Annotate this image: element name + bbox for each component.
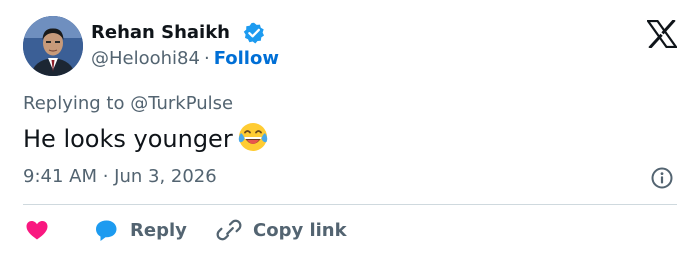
link-icon (216, 219, 242, 241)
replying-to: Replying to @TurkPulse (23, 92, 233, 116)
author-handle[interactable]: @Heloohi84 (91, 48, 200, 69)
replying-to-label: Replying to (23, 93, 131, 114)
handle-row: @Heloohi84 · Follow (91, 47, 279, 71)
follow-button[interactable]: Follow (214, 48, 279, 69)
separator: · (203, 48, 210, 69)
info-icon[interactable] (650, 166, 674, 190)
reply-bubble-icon (96, 220, 117, 241)
divider (23, 204, 677, 205)
verified-badge-icon (243, 22, 264, 44)
like-button[interactable] (23, 216, 51, 244)
tweet-timestamp[interactable]: 9:41 AM · Jun 3, 2026 (23, 165, 217, 189)
copy-link-button[interactable]: Copy link (215, 216, 347, 244)
heart-icon (26, 221, 48, 240)
x-logo-icon[interactable] (647, 20, 677, 48)
author-name[interactable]: Rehan Shaikh (91, 21, 230, 45)
reply-label: Reply (130, 219, 187, 241)
tweet-card: Rehan Shaikh @Heloohi84 · Follow Replying … (0, 0, 700, 256)
replied-user-handle[interactable]: @TurkPulse (130, 93, 233, 114)
avatar-photo (23, 16, 83, 76)
tears-of-joy-emoji-icon (238, 123, 267, 151)
tweet-body: He looks younger (23, 121, 269, 156)
reply-button[interactable]: Reply (92, 216, 187, 244)
copy-link-label: Copy link (253, 219, 347, 241)
tweet-text: He looks younger (23, 125, 233, 153)
avatar[interactable] (23, 16, 83, 76)
